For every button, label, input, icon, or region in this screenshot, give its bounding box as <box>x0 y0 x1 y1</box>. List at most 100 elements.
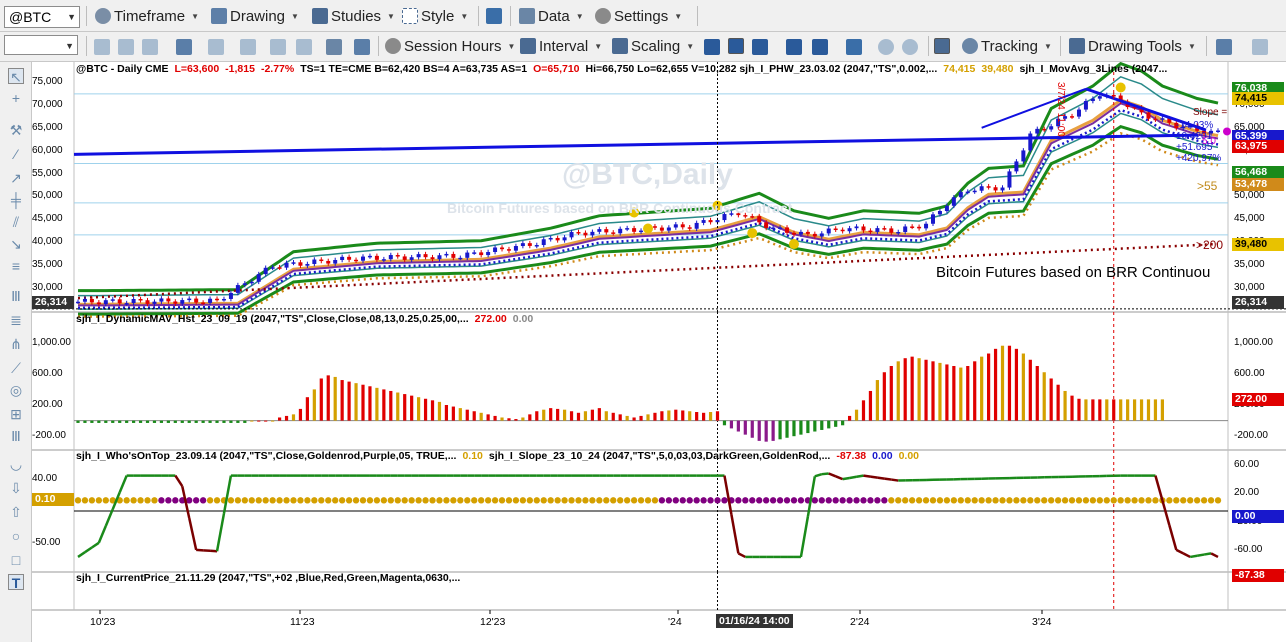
candle-body <box>124 303 129 305</box>
more-icon[interactable] <box>1252 39 1268 55</box>
dmav-bar <box>319 378 323 421</box>
timezone-icon[interactable]: Ⅲ <box>8 428 24 444</box>
whos-dot <box>165 497 172 504</box>
trendline-icon[interactable] <box>1216 39 1232 55</box>
whos-dot <box>387 497 395 504</box>
dmav-bar <box>104 420 108 423</box>
drawing-tools-menu[interactable]: Drawing Tools ▼ <box>1069 35 1196 57</box>
crosshair-icon[interactable]: + <box>8 90 24 106</box>
dmav-bar <box>618 414 622 421</box>
ray-icon[interactable]: ↗ <box>8 170 24 186</box>
whos-left-box: 0.10 <box>32 493 74 507</box>
candle-body <box>221 298 226 301</box>
cube-icon[interactable] <box>354 39 370 55</box>
studies-menu[interactable]: Studies ▼ <box>312 5 395 27</box>
header-part: L=63,600 <box>174 63 220 75</box>
wave-icon[interactable] <box>296 39 312 55</box>
hollow-candle-icon[interactable] <box>752 39 768 55</box>
candle-body <box>444 253 449 256</box>
candle-body <box>1216 130 1220 132</box>
style-menu[interactable]: Style ▼ <box>402 5 468 27</box>
chevron-down-icon[interactable]: ▼ <box>65 36 74 56</box>
clock-icon[interactable] <box>208 39 224 55</box>
dmav-bar <box>896 361 900 421</box>
candlestick-icon[interactable] <box>728 38 744 54</box>
speed-icon[interactable]: ⊞ <box>8 406 24 422</box>
whos-dot <box>1075 497 1083 504</box>
tracking-menu[interactable]: Tracking ▼ <box>962 35 1052 57</box>
chart-line-icon[interactable] <box>240 39 256 55</box>
gear-icon <box>385 38 401 54</box>
symbol-input[interactable]: @BTC ▼ <box>4 6 80 28</box>
drawing-menu[interactable]: Drawing ▼ <box>211 5 299 27</box>
chart-area[interactable]: 75,000 70,000 65,000 60,000 55,000 50,000 45,0… <box>32 62 1286 642</box>
dmav-bar <box>138 420 143 423</box>
ohlc-icon[interactable] <box>786 39 802 55</box>
arrow-icon[interactable]: ↘ <box>8 236 24 252</box>
arrow-up-icon[interactable]: ⇧ <box>8 504 24 520</box>
settings-icon[interactable] <box>326 39 342 55</box>
candle-body <box>103 300 108 305</box>
chart-canvas[interactable] <box>32 62 1286 642</box>
link-icon[interactable] <box>118 39 134 55</box>
parallel-icon[interactable]: ≡ <box>8 258 24 274</box>
candle-body <box>659 227 664 231</box>
rectangle-icon[interactable]: □ <box>8 552 24 568</box>
dmav-bar <box>917 358 921 421</box>
data-menu[interactable]: Data ▼ <box>519 5 584 27</box>
candle-body <box>937 211 942 215</box>
dmav-bar <box>271 420 275 422</box>
whos-dot <box>603 497 610 504</box>
pencil-icon <box>211 8 227 24</box>
right-whos-tick: -60.00 <box>1234 543 1263 555</box>
session-hours-menu[interactable]: Session Hours ▼ <box>385 35 515 57</box>
trendline-icon[interactable]: ⁄ <box>8 146 24 162</box>
chevron-down-icon[interactable]: ▼ <box>67 7 76 27</box>
scaling-menu[interactable]: Scaling ▼ <box>612 35 694 57</box>
zoom-icon[interactable] <box>176 39 192 55</box>
gann-icon[interactable]: Ⅲ <box>8 288 24 304</box>
whos-dot <box>992 497 999 504</box>
pointer-icon[interactable]: ↖ <box>8 68 24 85</box>
tradestation-app: @BTC ▼ Timeframe ▼ Drawing ▼ Studies ▼ Style… <box>0 0 1286 642</box>
arc-icon[interactable]: ◡ <box>8 456 24 472</box>
right-price-tick: 35,000 <box>1234 259 1265 271</box>
refresh-icon[interactable] <box>94 39 110 55</box>
whos-dot <box>1082 497 1090 504</box>
whos-dot <box>651 497 659 504</box>
andrews-icon[interactable]: ⋔ <box>8 336 24 352</box>
timeframe-menu[interactable]: Timeframe ▼ <box>95 5 199 27</box>
interval-input[interactable]: ▼ <box>4 35 78 55</box>
interval-menu[interactable]: Interval ▼ <box>520 35 602 57</box>
dmav-axis-label: -200.00 <box>32 430 66 442</box>
wrench-icon[interactable]: ⚒ <box>8 122 24 138</box>
slope-segment <box>1196 553 1205 557</box>
vertical-line-icon[interactable]: ╪ <box>8 192 24 208</box>
whos-dot <box>1006 497 1013 504</box>
layout-icon[interactable] <box>486 8 502 24</box>
arrow-down-icon[interactable]: ⇩ <box>8 480 24 496</box>
volume-icon[interactable] <box>812 39 828 55</box>
bar-type-icon[interactable] <box>704 39 720 55</box>
whos-dot <box>290 497 297 504</box>
text-icon[interactable]: T <box>8 574 24 591</box>
cycle-icon[interactable]: ◎ <box>8 382 24 398</box>
dmav-bar <box>521 417 525 421</box>
dmav-bar <box>535 411 539 421</box>
grid-icon[interactable] <box>142 39 158 55</box>
candle-body <box>1097 96 1102 99</box>
fan-icon[interactable]: ⟋ <box>8 360 24 376</box>
candle-body <box>666 227 671 231</box>
channel-icon[interactable]: ⫽ <box>8 214 24 230</box>
panes-icon[interactable] <box>846 39 862 55</box>
data-window-icon[interactable] <box>934 38 950 54</box>
whos-dot <box>1013 497 1020 504</box>
dmav-bar <box>194 420 198 423</box>
indicator-icon[interactable] <box>270 39 286 55</box>
settings-menu[interactable]: Settings ▼ <box>595 5 682 27</box>
whos-dot <box>1054 497 1062 504</box>
ellipse-icon[interactable]: ○ <box>8 528 24 544</box>
fib-icon[interactable]: ≣ <box>8 312 24 328</box>
zoom-in-icon[interactable] <box>878 39 894 55</box>
zoom-out-icon[interactable] <box>902 39 918 55</box>
